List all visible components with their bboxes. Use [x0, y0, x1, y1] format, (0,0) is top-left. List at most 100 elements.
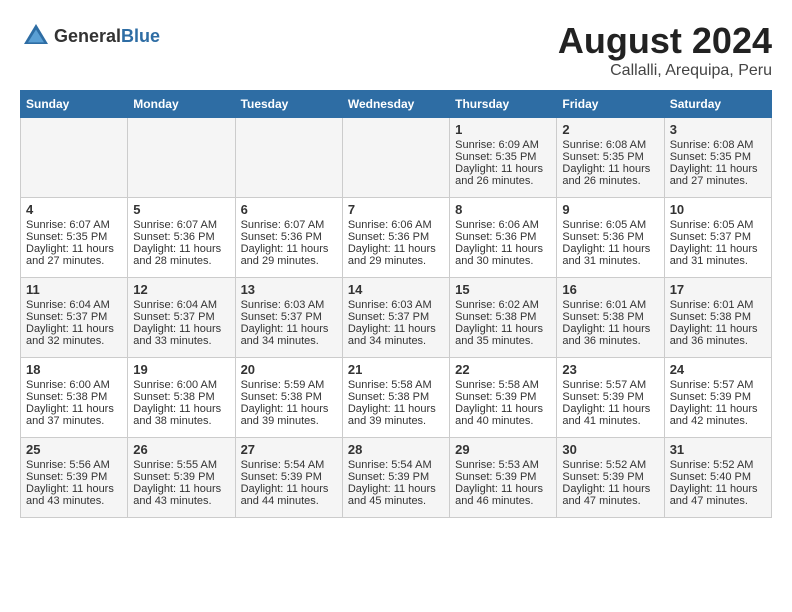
sunrise-text: Sunrise: 6:09 AM — [455, 139, 539, 151]
daylight-text: Daylight: 11 hours and 41 minutes. — [562, 403, 650, 427]
calendar-cell: 13Sunrise: 6:03 AMSunset: 5:37 PMDayligh… — [235, 278, 342, 358]
day-number: 11 — [26, 282, 122, 297]
sunrise-text: Sunrise: 6:08 AM — [670, 139, 754, 151]
month-year: August 2024 — [558, 20, 772, 62]
sunrise-text: Sunrise: 6:01 AM — [562, 299, 646, 311]
sunrise-text: Sunrise: 6:07 AM — [241, 219, 325, 231]
daylight-text: Daylight: 11 hours and 28 minutes. — [133, 243, 221, 267]
calendar-cell — [342, 118, 449, 198]
day-number: 17 — [670, 282, 766, 297]
weekday-header: Monday — [128, 91, 235, 118]
sunrise-text: Sunrise: 5:52 AM — [562, 459, 646, 471]
weekday-header-row: SundayMondayTuesdayWednesdayThursdayFrid… — [21, 91, 772, 118]
calendar-cell: 22Sunrise: 5:58 AMSunset: 5:39 PMDayligh… — [450, 358, 557, 438]
sunrise-text: Sunrise: 6:05 AM — [670, 219, 754, 231]
weekday-header: Thursday — [450, 91, 557, 118]
day-number: 8 — [455, 202, 551, 217]
calendar-cell: 20Sunrise: 5:59 AMSunset: 5:38 PMDayligh… — [235, 358, 342, 438]
sunrise-text: Sunrise: 5:55 AM — [133, 459, 217, 471]
daylight-text: Daylight: 11 hours and 27 minutes. — [670, 163, 758, 187]
weekday-header: Saturday — [664, 91, 771, 118]
calendar-cell: 8Sunrise: 6:06 AMSunset: 5:36 PMDaylight… — [450, 198, 557, 278]
calendar-cell — [235, 118, 342, 198]
day-number: 23 — [562, 362, 658, 377]
daylight-text: Daylight: 11 hours and 26 minutes. — [455, 163, 543, 187]
sunrise-text: Sunrise: 5:57 AM — [562, 379, 646, 391]
day-number: 22 — [455, 362, 551, 377]
weekday-header: Sunday — [21, 91, 128, 118]
day-number: 31 — [670, 442, 766, 457]
calendar-cell: 25Sunrise: 5:56 AMSunset: 5:39 PMDayligh… — [21, 438, 128, 518]
weekday-header: Friday — [557, 91, 664, 118]
sunset-text: Sunset: 5:35 PM — [455, 151, 536, 163]
sunset-text: Sunset: 5:37 PM — [670, 231, 751, 243]
day-number: 6 — [241, 202, 337, 217]
day-number: 27 — [241, 442, 337, 457]
daylight-text: Daylight: 11 hours and 43 minutes. — [133, 483, 221, 507]
sunrise-text: Sunrise: 6:01 AM — [670, 299, 754, 311]
sunrise-text: Sunrise: 5:59 AM — [241, 379, 325, 391]
sunset-text: Sunset: 5:39 PM — [455, 471, 536, 483]
day-number: 9 — [562, 202, 658, 217]
sunset-text: Sunset: 5:37 PM — [241, 311, 322, 323]
daylight-text: Daylight: 11 hours and 29 minutes. — [348, 243, 436, 267]
day-number: 12 — [133, 282, 229, 297]
day-number: 25 — [26, 442, 122, 457]
calendar-cell: 10Sunrise: 6:05 AMSunset: 5:37 PMDayligh… — [664, 198, 771, 278]
sunset-text: Sunset: 5:38 PM — [562, 311, 643, 323]
day-number: 1 — [455, 122, 551, 137]
day-number: 28 — [348, 442, 444, 457]
sunset-text: Sunset: 5:36 PM — [562, 231, 643, 243]
sunset-text: Sunset: 5:38 PM — [348, 391, 429, 403]
calendar-cell: 7Sunrise: 6:06 AMSunset: 5:36 PMDaylight… — [342, 198, 449, 278]
sunrise-text: Sunrise: 6:07 AM — [133, 219, 217, 231]
daylight-text: Daylight: 11 hours and 35 minutes. — [455, 323, 543, 347]
day-number: 3 — [670, 122, 766, 137]
location: Callalli, Arequipa, Peru — [558, 62, 772, 80]
sunset-text: Sunset: 5:36 PM — [348, 231, 429, 243]
daylight-text: Daylight: 11 hours and 42 minutes. — [670, 403, 758, 427]
calendar-cell — [21, 118, 128, 198]
calendar-cell: 23Sunrise: 5:57 AMSunset: 5:39 PMDayligh… — [557, 358, 664, 438]
title-block: August 2024 Callalli, Arequipa, Peru — [558, 20, 772, 80]
sunset-text: Sunset: 5:35 PM — [670, 151, 751, 163]
calendar-week-row: 4Sunrise: 6:07 AMSunset: 5:35 PMDaylight… — [21, 198, 772, 278]
day-number: 2 — [562, 122, 658, 137]
calendar-cell: 27Sunrise: 5:54 AMSunset: 5:39 PMDayligh… — [235, 438, 342, 518]
day-number: 18 — [26, 362, 122, 377]
calendar-week-row: 18Sunrise: 6:00 AMSunset: 5:38 PMDayligh… — [21, 358, 772, 438]
day-number: 4 — [26, 202, 122, 217]
sunrise-text: Sunrise: 6:03 AM — [241, 299, 325, 311]
calendar-body: 1Sunrise: 6:09 AMSunset: 5:35 PMDaylight… — [21, 118, 772, 518]
sunrise-text: Sunrise: 6:04 AM — [26, 299, 110, 311]
sunset-text: Sunset: 5:37 PM — [348, 311, 429, 323]
day-number: 15 — [455, 282, 551, 297]
sunrise-text: Sunrise: 5:54 AM — [348, 459, 432, 471]
calendar-cell: 29Sunrise: 5:53 AMSunset: 5:39 PMDayligh… — [450, 438, 557, 518]
weekday-header: Wednesday — [342, 91, 449, 118]
daylight-text: Daylight: 11 hours and 45 minutes. — [348, 483, 436, 507]
calendar-table: SundayMondayTuesdayWednesdayThursdayFrid… — [20, 90, 772, 518]
sunrise-text: Sunrise: 6:06 AM — [455, 219, 539, 231]
calendar-cell: 31Sunrise: 5:52 AMSunset: 5:40 PMDayligh… — [664, 438, 771, 518]
sunset-text: Sunset: 5:38 PM — [133, 391, 214, 403]
logo: GeneralBlue — [20, 20, 160, 52]
daylight-text: Daylight: 11 hours and 38 minutes. — [133, 403, 221, 427]
daylight-text: Daylight: 11 hours and 39 minutes. — [348, 403, 436, 427]
calendar-cell: 3 Sunrise: 6:08 AMSunset: 5:35 PMDaylight… — [664, 118, 771, 198]
sunrise-text: Sunrise: 5:58 AM — [348, 379, 432, 391]
sunset-text: Sunset: 5:39 PM — [26, 471, 107, 483]
daylight-text: Daylight: 11 hours and 26 minutes. — [562, 163, 650, 187]
calendar-week-row: 25Sunrise: 5:56 AMSunset: 5:39 PMDayligh… — [21, 438, 772, 518]
sunset-text: Sunset: 5:39 PM — [455, 391, 536, 403]
calendar-cell: 14Sunrise: 6:03 AMSunset: 5:37 PMDayligh… — [342, 278, 449, 358]
calendar-cell: 2Sunrise: 6:08 AMSunset: 5:35 PMDaylight… — [557, 118, 664, 198]
day-number: 21 — [348, 362, 444, 377]
day-number: 26 — [133, 442, 229, 457]
day-number: 5 — [133, 202, 229, 217]
sunset-text: Sunset: 5:39 PM — [348, 471, 429, 483]
calendar-cell: 6Sunrise: 6:07 AMSunset: 5:36 PMDaylight… — [235, 198, 342, 278]
calendar-week-row: 11 Sunrise: 6:04 AM Sunset: 5:37 PM Dayligh… — [21, 278, 772, 358]
logo-icon — [20, 20, 52, 52]
daylight-text: Daylight: 11 hours and 27 minutes. — [26, 243, 114, 267]
